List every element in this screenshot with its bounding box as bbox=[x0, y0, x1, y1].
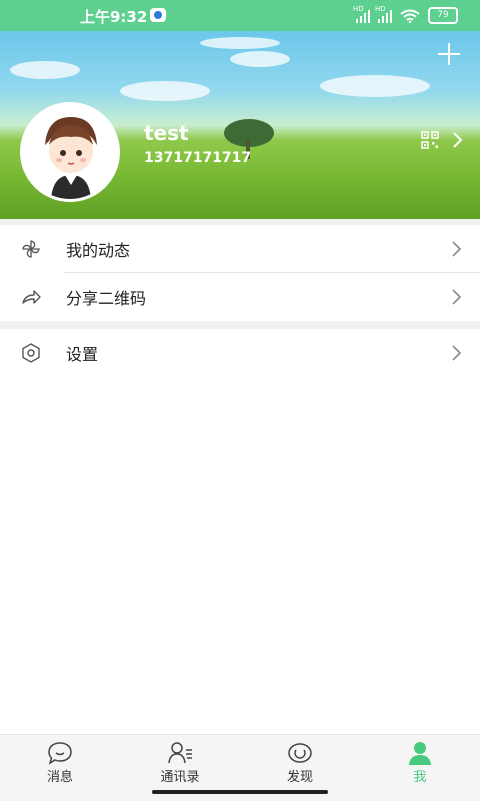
discover-icon bbox=[288, 743, 312, 763]
cartoon-avatar-icon bbox=[23, 105, 117, 199]
cloud bbox=[200, 37, 280, 49]
profile-header: test 13717171717 bbox=[0, 31, 480, 219]
notification-app-icon bbox=[150, 8, 166, 22]
status-icons: HD HD 79 bbox=[353, 5, 458, 24]
phone-number: 13717171717 bbox=[144, 150, 252, 166]
tab-label: 消息 bbox=[46, 770, 73, 785]
home-indicator[interactable] bbox=[152, 790, 328, 794]
signal-icon-2: HD bbox=[375, 5, 392, 23]
tab-label: 通讯录 bbox=[160, 770, 200, 785]
cloud bbox=[320, 75, 430, 97]
hexagon-settings-icon bbox=[22, 343, 40, 363]
chevron-right-icon bbox=[452, 241, 462, 257]
tab-label: 我 bbox=[413, 770, 427, 785]
tab-messages[interactable]: 消息 bbox=[0, 735, 120, 789]
menu-item-moments[interactable]: 我的动态 bbox=[0, 225, 480, 273]
wifi-icon bbox=[400, 9, 420, 23]
tab-label: 发现 bbox=[286, 770, 313, 785]
tab-contacts[interactable]: 通讯录 bbox=[120, 735, 240, 789]
menu-item-share-qr[interactable]: 分享二维码 bbox=[0, 273, 480, 321]
battery-icon: 79 bbox=[428, 7, 458, 24]
person-icon bbox=[409, 742, 431, 765]
contacts-icon bbox=[168, 742, 192, 764]
add-button[interactable] bbox=[436, 41, 462, 67]
signal-icon: HD bbox=[353, 5, 370, 23]
tab-discover[interactable]: 发现 bbox=[240, 735, 360, 789]
status-bar: 上午9:32 HD HD 79 bbox=[0, 0, 480, 31]
share-icon bbox=[22, 290, 41, 304]
cloud bbox=[120, 81, 210, 101]
menu-item-label: 设置 bbox=[66, 345, 99, 364]
section-gap bbox=[0, 321, 480, 329]
qr-code-icon[interactable] bbox=[421, 131, 439, 149]
menu-item-label: 我的动态 bbox=[66, 241, 131, 260]
menu-item-label: 分享二维码 bbox=[66, 289, 147, 308]
cloud bbox=[10, 61, 80, 79]
pinwheel-icon bbox=[22, 240, 40, 258]
avatar[interactable] bbox=[20, 102, 120, 202]
username[interactable]: test bbox=[144, 121, 189, 145]
chat-bubble-icon bbox=[48, 742, 72, 765]
menu-item-settings[interactable]: 设置 bbox=[0, 329, 480, 377]
sim1-label: HD bbox=[353, 4, 364, 13]
status-time: 上午9:32 bbox=[80, 8, 148, 26]
sim2-label: HD bbox=[375, 4, 386, 13]
tab-me[interactable]: 我 bbox=[360, 735, 480, 789]
chevron-right-icon bbox=[452, 289, 462, 305]
chevron-right-icon[interactable] bbox=[448, 131, 466, 149]
chevron-right-icon bbox=[452, 345, 462, 361]
cloud bbox=[230, 51, 290, 67]
